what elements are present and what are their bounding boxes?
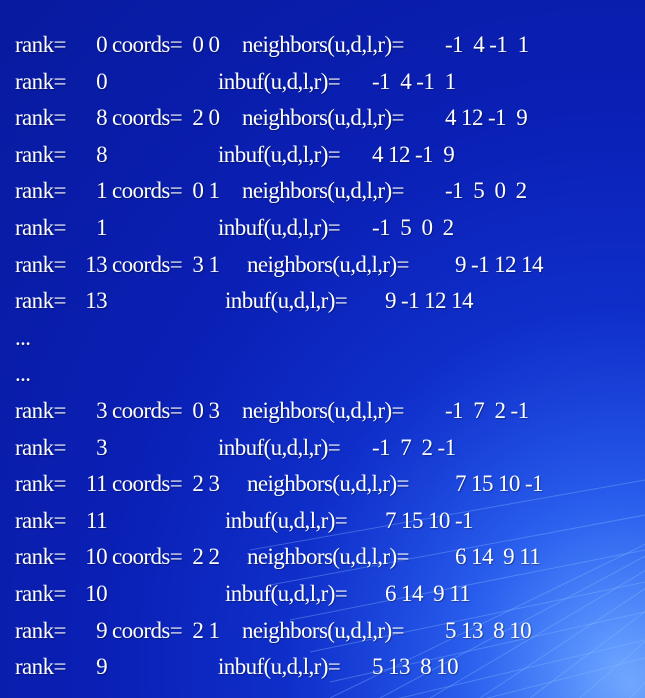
rank-value: 10 [85, 581, 107, 606]
inbuf-label: inbuf(u,d,l,r)= [218, 68, 341, 94]
ellipsis: ... [15, 361, 31, 387]
coords-text: coords= 2 2 [112, 544, 220, 570]
neighbors-label: neighbors(u,d,l,r)= [242, 178, 405, 204]
coords-text: coords= 0 1 [112, 178, 220, 204]
output-line-coords: rank= 13 coords= 3 1 neighbors(u,d,l,r)= 9 -… [0, 247, 645, 283]
rank-value: 1 [96, 178, 108, 204]
rank-label: rank= [15, 251, 66, 277]
inbuf-label: inbuf(u,d,l,r)= [218, 215, 341, 240]
neighbors-values: 9 -1 12 14 [455, 251, 544, 277]
neighbors-values: -1 5 0 2 [445, 178, 527, 204]
coords-text: coords= 3 1 [112, 251, 220, 277]
rank-label: rank= [15, 398, 66, 423]
output-line-coords: rank= 9 coords= 2 1 neighbors(u,d,l,r)= 5 13… [0, 613, 645, 649]
neighbors-label: neighbors(u,d,l,r)= [247, 471, 410, 497]
neighbors-values: 4 12 -1 9 [445, 105, 528, 131]
rank-value: 11 [86, 471, 108, 497]
inbuf-values: 5 13 8 10 [372, 654, 459, 680]
output-line-inbuf: rank= 0 inbuf(u,d,l,r)= -1 4 -1 1 [0, 64, 645, 100]
output-line-inbuf: rank= 10 inbuf(u,d,l,r)= 6 14 9 11 [0, 576, 645, 612]
neighbors-values: 7 15 10 -1 [455, 471, 544, 497]
rank-label: rank= [15, 288, 66, 314]
inbuf-label: inbuf(u,d,l,r)= [225, 288, 348, 314]
output-line-coords: rank= 11 coords= 2 3 neighbors(u,d,l,r)= 7 1… [0, 466, 645, 502]
rank-label: rank= [15, 68, 66, 94]
output-line-coords: rank= 10 coords= 2 2 neighbors(u,d,l,r)= 6 1… [0, 539, 645, 575]
rank-label: rank= [15, 581, 66, 606]
output-line-coords: rank= 1 coords= 0 1 neighbors(u,d,l,r)= -1 5… [0, 173, 645, 209]
ellipsis-line: ... [0, 356, 645, 392]
rank-value: 8 [96, 105, 108, 131]
output-line-inbuf: rank= 8 inbuf(u,d,l,r)= 4 12 -1 9 [0, 137, 645, 173]
rank-value: 10 [85, 544, 107, 570]
neighbors-label: neighbors(u,d,l,r)= [247, 251, 410, 277]
neighbors-values: -1 7 2 -1 [445, 398, 529, 423]
neighbors-label: neighbors(u,d,l,r)= [242, 105, 405, 131]
rank-value: 0 [96, 32, 108, 57]
rank-label: rank= [15, 617, 66, 643]
inbuf-values: -1 4 -1 1 [372, 68, 456, 94]
rank-value: 3 [96, 434, 108, 460]
inbuf-values: 9 -1 12 14 [385, 288, 474, 314]
rank-label: rank= [15, 105, 66, 131]
neighbors-label: neighbors(u,d,l,r)= [242, 617, 405, 643]
rank-label: rank= [15, 141, 66, 167]
output-line-inbuf: rank= 9 inbuf(u,d,l,r)= 5 13 8 10 [0, 649, 645, 685]
output-line-inbuf: rank= 11 inbuf(u,d,l,r)= 7 15 10 -1 [0, 503, 645, 539]
slide: rank= 0 coords= 0 0 neighbors(u,d,l,r)= -1 4… [0, 0, 645, 698]
rank-label: rank= [15, 507, 66, 533]
coords-text: coords= 0 3 [112, 398, 220, 423]
inbuf-label: inbuf(u,d,l,r)= [218, 434, 341, 460]
neighbors-values: 5 13 8 10 [445, 617, 532, 643]
coords-text: coords= 2 0 [112, 105, 220, 131]
ellipsis-line: ... [0, 320, 645, 356]
rank-value: 13 [85, 288, 107, 314]
inbuf-label: inbuf(u,d,l,r)= [218, 141, 341, 167]
output-line-coords: rank= 8 coords= 2 0 neighbors(u,d,l,r)= 4 12… [0, 100, 645, 136]
inbuf-label: inbuf(u,d,l,r)= [218, 654, 341, 680]
inbuf-values: 7 15 10 -1 [385, 507, 474, 533]
rank-label: rank= [15, 654, 66, 680]
rank-label: rank= [15, 178, 66, 204]
inbuf-values: 4 12 -1 9 [372, 141, 455, 167]
inbuf-label: inbuf(u,d,l,r)= [225, 581, 348, 606]
output-line-coords: rank= 0 coords= 0 0 neighbors(u,d,l,r)= -1 4… [0, 27, 645, 63]
output-line-coords: rank= 3 coords= 0 3 neighbors(u,d,l,r)= -1 7… [0, 393, 645, 429]
rank-value: 13 [85, 251, 107, 277]
rank-value: 11 [86, 507, 108, 533]
neighbors-values: 6 14 9 11 [455, 544, 541, 570]
rank-value: 9 [96, 654, 108, 680]
coords-text: coords= 2 3 [112, 471, 220, 497]
rank-label: rank= [15, 544, 66, 570]
rank-value: 3 [96, 398, 108, 423]
output-line-inbuf: rank= 1 inbuf(u,d,l,r)= -1 5 0 2 [0, 210, 645, 246]
rank-value: 8 [96, 141, 108, 167]
ellipsis: ... [15, 324, 31, 350]
rank-label: rank= [15, 215, 66, 240]
output-line-inbuf: rank= 3 inbuf(u,d,l,r)= -1 7 2 -1 [0, 430, 645, 466]
neighbors-label: neighbors(u,d,l,r)= [247, 544, 410, 570]
neighbors-label: neighbors(u,d,l,r)= [242, 32, 405, 57]
neighbors-values: -1 4 -1 1 [445, 32, 529, 57]
coords-text: coords= 2 1 [112, 617, 220, 643]
rank-label: rank= [15, 471, 66, 497]
rank-label: rank= [15, 434, 66, 460]
neighbors-label: neighbors(u,d,l,r)= [242, 398, 405, 423]
rank-value: 1 [96, 215, 108, 240]
rank-label: rank= [15, 32, 66, 57]
inbuf-values: 6 14 9 11 [385, 581, 471, 606]
rank-value: 0 [96, 68, 108, 94]
output-line-inbuf: rank= 13 inbuf(u,d,l,r)= 9 -1 12 14 [0, 283, 645, 319]
coords-text: coords= 0 0 [112, 32, 220, 57]
rank-value: 9 [96, 617, 108, 643]
inbuf-label: inbuf(u,d,l,r)= [225, 507, 348, 533]
inbuf-values: -1 5 0 2 [372, 215, 454, 240]
inbuf-values: -1 7 2 -1 [372, 434, 456, 460]
